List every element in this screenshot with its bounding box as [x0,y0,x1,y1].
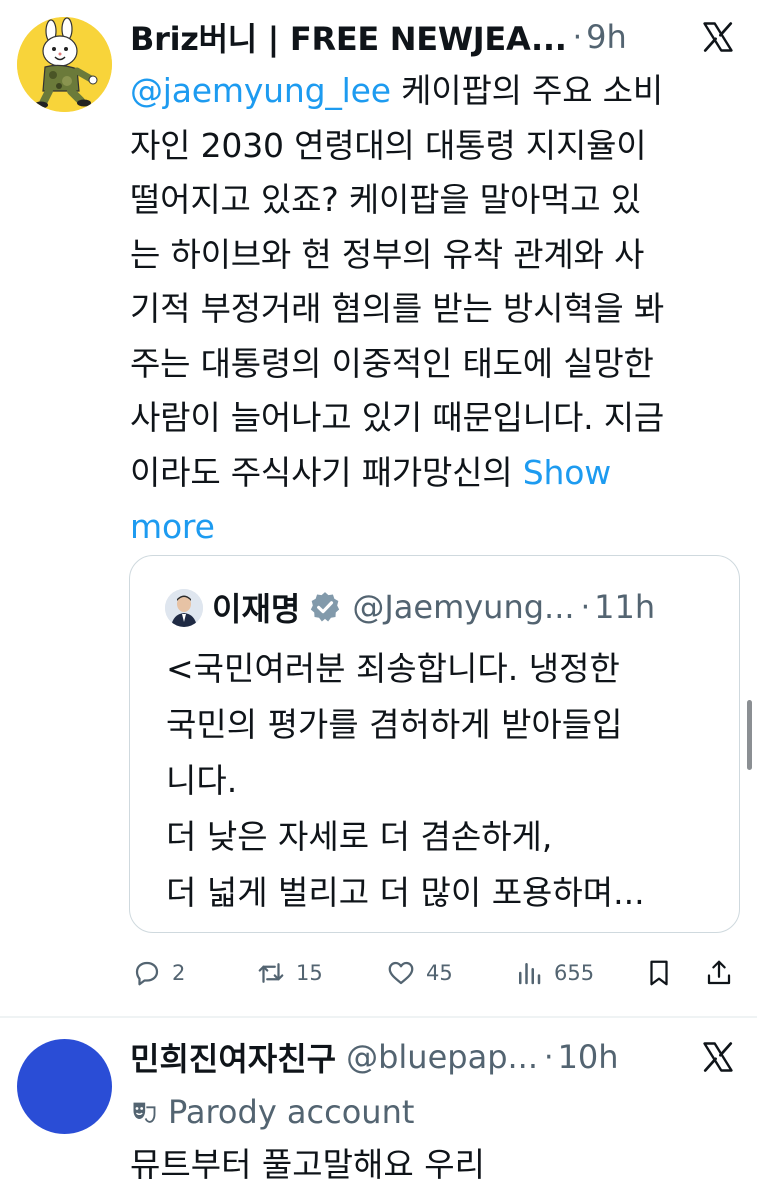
tweet-text-line: 주는 대통령의 이중적인 태도에 실망한 [130,343,654,383]
x-logo-icon[interactable] [700,1039,736,1075]
scrollbar[interactable] [747,700,752,770]
like-icon [388,961,414,985]
timeline: Briz버니 | FREE NEWJEA... · 9h @jaemyung_l… [0,0,757,1200]
quoted-handle[interactable]: @Jaemyung... [352,588,574,626]
like-button[interactable]: 45 [386,950,453,996]
reply-count: 2 [172,961,186,985]
show-more-link[interactable]: Show [523,453,611,492]
tweet-text-line: 사람이 늘어나고 있기 때문입니다. 지금 [130,398,665,437]
views-button[interactable]: 655 [514,950,594,996]
person-portrait-icon [165,589,203,627]
display-name[interactable]: Briz버니 | FREE NEWJEA... [130,14,567,60]
repost-icon [258,963,284,983]
tweet-header: 민희진여자친구 @bluepap... · 10h [130,1034,619,1080]
verified-badge-icon [311,592,340,622]
views-count: 655 [554,961,595,985]
mention-link[interactable]: @jaemyung_lee [130,71,391,110]
quoted-display-name[interactable]: 이재명 [212,584,300,630]
quoted-text-line: <국민여러분 죄송합니다. 냉정한 [166,649,620,688]
parody-account-label: Parody account [130,1090,414,1134]
share-button[interactable] [704,950,734,996]
repost-button[interactable]: 15 [256,950,323,996]
parody-mask-icon [133,1102,156,1123]
separator-dot: · [580,589,591,625]
x-logo-icon[interactable] [700,19,736,55]
quoted-tweet[interactable]: 이재명 @Jaemyung... · 11h <국민여러분 죄송합니다. 냉정한… [129,555,740,933]
parody-label-text: Parody account [168,1093,415,1131]
handle[interactable]: @bluepap... [346,1038,538,1076]
timestamp[interactable]: 10h [558,1038,619,1076]
divider [0,1016,757,1018]
repost-count: 15 [296,961,323,985]
quoted-avatar[interactable] [165,589,203,627]
tweet-header: Briz버니 | FREE NEWJEA... · 9h [130,14,627,60]
like-count: 45 [426,961,453,985]
display-name[interactable]: 민희진여자친구 [130,1034,336,1080]
reply-button[interactable]: 2 [132,950,185,996]
tweet-text-segment: 케이팝의 주요 소비 [390,71,663,110]
timestamp[interactable]: 9h [586,18,627,56]
separator-dot: · [572,19,583,55]
views-icon [519,963,541,985]
tweet-text-line: 기적 부정거래 혐의를 받는 방시혁을 봐 [130,289,665,328]
separator-dot: · [544,1039,554,1075]
avatar[interactable] [17,17,112,112]
quoted-text-line: 니다. [166,761,238,800]
tweet-text-line: 이라도 주식사기 패가망신의 Show [130,446,740,501]
quoted-text-line: 더 넓게 벌리고 더 많이 포용하며... [166,873,645,912]
show-more-link[interactable]: more [130,500,740,555]
tweet-text-line: 자인 2030 연령대의 대통령 지지율이 [130,125,647,165]
tweet-text-segment: 이라도 주식사기 패가망신의 [130,452,523,492]
quoted-text-line: 국민의 평가를 겸허하게 받아들입 [166,705,623,744]
quoted-text-line: 더 낮은 자세로 더 겸손하게, [166,817,553,856]
tweet-text: @jaemyung_lee 케이팝의 주요 소비 자인 2030 연령대의 대통… [130,64,740,555]
bookmark-button[interactable] [644,950,674,996]
tweet-text-line: 떨어지고 있죠? 케이팝을 말아먹고 있 [130,180,641,219]
tweet-text: 뮤트부터 풀고말해요 우리 [130,1145,485,1184]
share-icon [707,960,731,985]
quoted-tweet-header: 이재명 @Jaemyung... · 11h [212,582,655,632]
quoted-tweet-text: <국민여러분 죄송합니다. 냉정한 국민의 평가를 겸허하게 받아들입 니다. … [166,641,726,921]
avatar[interactable] [17,1039,112,1134]
bunny-soldier-avatar-icon [17,17,112,112]
tweet-text-line: @jaemyung_lee 케이팝의 주요 소비 [130,64,740,119]
reply-icon [135,961,159,986]
tweet-action-bar: 2 15 45 655 [130,950,740,996]
tweet-text-line: 는 하이브와 현 정부의 유착 관계와 사 [130,234,645,274]
bookmark-icon [650,960,668,986]
quoted-timestamp[interactable]: 11h [594,588,655,626]
